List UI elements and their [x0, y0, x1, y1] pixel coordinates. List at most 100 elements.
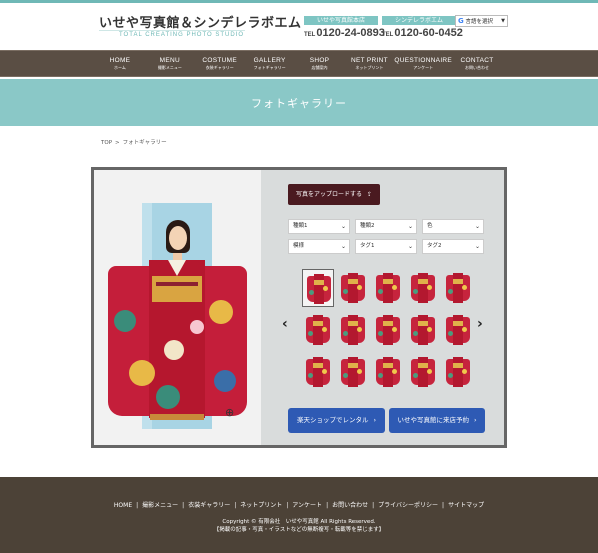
- next-arrow-icon[interactable]: ›: [477, 316, 483, 332]
- gallery-thumbnail[interactable]: [407, 311, 439, 349]
- chevron-right-icon: ›: [373, 416, 377, 424]
- footer-link[interactable]: アンケート: [292, 502, 322, 509]
- language-select[interactable]: G 言語を選択 ▼: [455, 15, 508, 27]
- footer-link[interactable]: サイトマップ: [448, 502, 484, 509]
- footer-link[interactable]: HOME: [114, 502, 132, 509]
- footer-link[interactable]: ネットプリント: [240, 502, 282, 509]
- thumbnail-kimono-part: [309, 290, 314, 295]
- filter-select[interactable]: タグ1 ⌄: [355, 239, 417, 254]
- gallery-thumbnail[interactable]: [302, 311, 334, 349]
- footer-link-separator: |: [442, 502, 445, 509]
- nav-item-sublabel: ネットプリント: [355, 65, 384, 70]
- footer-link-separator: |: [182, 502, 185, 509]
- footer-link[interactable]: お問い合わせ: [332, 502, 368, 509]
- reserve-visit-button[interactable]: いせや写真館に来店予約 ›: [389, 408, 485, 433]
- thumbnail-kimono-part: [462, 369, 467, 374]
- gallery-thumbnail[interactable]: [337, 269, 369, 307]
- filter-select[interactable]: タグ2 ⌄: [422, 239, 484, 254]
- site-logo[interactable]: いせや写真館＆シンデレラボエム: [99, 12, 302, 31]
- kimono-pattern: [129, 360, 155, 386]
- gallery-thumbnail[interactable]: [407, 353, 439, 391]
- gallery-thumbnail[interactable]: [372, 353, 404, 391]
- gallery-thumbnail[interactable]: [337, 311, 369, 349]
- thumbnail-kimono-part: [383, 279, 393, 284]
- zoom-icon[interactable]: ⊕: [225, 406, 234, 419]
- nav-item-menu[interactable]: MENU 撮影メニュー: [145, 51, 195, 78]
- footer-link[interactable]: 撮影メニュー: [142, 502, 178, 509]
- gallery-thumbnail[interactable]: [372, 311, 404, 349]
- tel-number: 0120-60-0452: [394, 27, 463, 39]
- thumbnail-kimono-part: [427, 369, 432, 374]
- filter-select-value: タグ1: [360, 243, 375, 249]
- footer-link-separator: |: [286, 502, 289, 509]
- gallery-thumbnail[interactable]: [407, 269, 439, 307]
- thumbnail-kimono-part: [383, 363, 393, 368]
- nav-item-label: COSTUME: [202, 57, 238, 64]
- thumbnail-kimono-part: [313, 363, 323, 368]
- gallery-thumbnail[interactable]: [372, 269, 404, 307]
- nav-item-label: MENU: [159, 57, 180, 64]
- nav-item-home[interactable]: HOME ホーム: [95, 51, 145, 78]
- tel-number: 0120-24-0893: [316, 27, 385, 39]
- thumbnail-kimono-part: [348, 363, 358, 368]
- store-phone[interactable]: TEL0120-24-0893: [304, 27, 385, 39]
- kimono-pattern: [156, 385, 180, 409]
- kimono-pattern: [164, 340, 184, 360]
- gallery-thumbnail[interactable]: [337, 353, 369, 391]
- gallery-thumbnail[interactable]: [442, 311, 474, 349]
- nav-item-shop[interactable]: SHOP 店舗案内: [295, 51, 345, 78]
- filter-select[interactable]: 種類1 ⌄: [288, 219, 350, 234]
- thumbnail-kimono-part: [453, 279, 463, 284]
- page-banner: フォトギャラリー: [0, 79, 598, 126]
- filter-select-value: 色: [427, 223, 433, 229]
- thumbnail-kimono-part: [313, 321, 323, 326]
- gallery-thumbnail[interactable]: [302, 353, 334, 391]
- nav-item-label: GALLERY: [253, 57, 286, 64]
- footer-link-separator: |: [136, 502, 139, 509]
- nav-item-sublabel: 店舗案内: [311, 65, 328, 70]
- store-cinderella: シンデレラボエム TEL0120-60-0452: [382, 16, 463, 39]
- nav-item-costume[interactable]: COSTUME 衣装ギャラリー: [195, 51, 245, 78]
- nav-item-questionnaire[interactable]: QUESTIONNAIRE アンケート: [394, 51, 452, 78]
- rent-rakuten-button[interactable]: 楽天ショップでレンタル ›: [288, 408, 385, 433]
- store-name: いせや写真館本店: [304, 16, 378, 25]
- thumbnail-kimono-part: [357, 327, 362, 332]
- thumbnail-kimono-part: [357, 285, 362, 290]
- store-honten: いせや写真館本店 TEL0120-24-0893: [304, 16, 385, 39]
- thumbnail-kimono-part: [343, 373, 348, 378]
- thumbnail-kimono-part: [348, 321, 358, 326]
- top-accent-line: [0, 0, 598, 3]
- gallery-thumbnail[interactable]: [442, 269, 474, 307]
- thumbnail-kimono-part: [427, 327, 432, 332]
- footer-link[interactable]: 衣装ギャラリー: [188, 502, 230, 509]
- store-phone[interactable]: TEL0120-60-0452: [382, 27, 463, 39]
- filter-select[interactable]: 種類2 ⌄: [355, 219, 417, 234]
- footer-link[interactable]: プライバシーポリシー: [378, 502, 438, 509]
- nav-item-label: HOME: [109, 57, 131, 64]
- nav-item-gallery[interactable]: GALLERY フォトギャラリー: [245, 51, 295, 78]
- upload-photo-button[interactable]: 写真をアップロードする ⇪: [288, 184, 380, 205]
- footer-link-separator: |: [234, 502, 237, 509]
- filter-select[interactable]: 色 ⌄: [422, 219, 484, 234]
- thumbnail-kimono-part: [413, 373, 418, 378]
- thumbnail-kimono-part: [383, 321, 393, 326]
- gallery-thumbnail[interactable]: [302, 269, 334, 307]
- thumbnail-kimono-part: [378, 373, 383, 378]
- thumbnail-kimono-part: [418, 279, 428, 284]
- upload-photo-label: 写真をアップロードする: [295, 191, 362, 198]
- filter-select[interactable]: 模様 ⌄: [288, 239, 350, 254]
- dropdown-arrow-icon: ▼: [501, 18, 505, 24]
- footer-copyright: Copyright © 有限会社 いせや写真館 All Rights Reser…: [222, 519, 376, 525]
- thumbnail-kimono-part: [453, 321, 463, 326]
- nav-item-contact[interactable]: CONTACT お問い合わせ: [452, 51, 502, 78]
- breadcrumb-home[interactable]: TOP: [101, 140, 112, 146]
- prev-arrow-icon[interactable]: ‹: [282, 316, 288, 332]
- thumbnail-kimono-part: [322, 327, 327, 332]
- gallery-thumbnail[interactable]: [442, 353, 474, 391]
- chevron-right-icon: ›: [473, 416, 477, 424]
- nav-item-net-print[interactable]: NET PRINT ネットプリント: [344, 51, 394, 78]
- kimono-obi: [152, 276, 202, 302]
- kimono-pattern: [214, 370, 236, 392]
- thumbnail-kimono-part: [348, 279, 358, 284]
- nav-item-sublabel: 撮影メニュー: [157, 65, 182, 70]
